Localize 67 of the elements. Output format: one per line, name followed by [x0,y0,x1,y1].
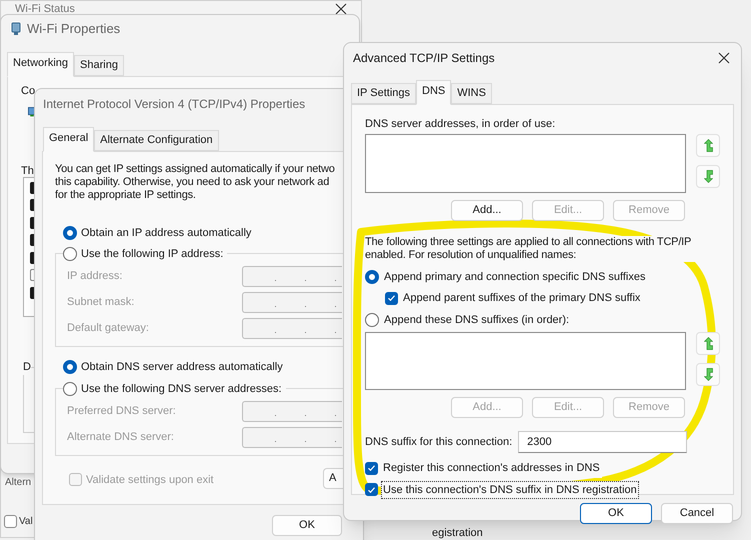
dns-suffix-list[interactable] [365,332,686,390]
button[interactable]: A [323,468,343,488]
radio-button[interactable] [365,312,379,327]
down-arrow-icon [704,170,712,182]
up-arrow-icon [704,337,712,350]
tab[interactable]: Networking [7,52,74,76]
label-text: Altern [5,476,32,490]
window-title: Wi-Fi Status [15,4,75,14]
list-label: DNS server addresses, in order of use: [365,116,556,130]
checkbox-label: Use this connection's DNS suffix in DNS registration [381,480,639,499]
button[interactable]: Add... [451,200,523,220]
tab[interactable]: DNS [416,80,452,104]
checkmark-icon [368,465,375,472]
checkbox[interactable] [385,292,398,305]
radio-label: Use the following DNS server addresses: [81,382,282,396]
dns-suffix-field[interactable]: 2300 [518,431,688,453]
move-button[interactable] [696,363,720,386]
radio-label: Obtain DNS server address automatically [81,360,283,374]
field-label: IP address: [67,268,124,284]
radio-button[interactable] [63,382,77,396]
radio-button[interactable] [63,246,77,261]
field-label: Preferred DNS server: [67,404,177,419]
radio-label: Append these DNS suffixes (in order): [384,312,570,328]
label-text: Th [21,164,34,178]
move-button[interactable] [696,332,720,355]
label-text: Co [21,84,36,98]
checkbox[interactable] [4,515,17,528]
tab[interactable]: WINS [451,83,492,104]
checkbox[interactable] [365,483,378,496]
checkmark-icon [368,486,375,493]
description-text: You can get IP settings assigned automatically if your netwo [55,162,335,176]
button[interactable]: Cancel [661,502,733,524]
button[interactable]: OK [580,502,652,524]
field-label: DNS suffix for this connection: [365,434,512,450]
radio-button[interactable] [63,226,77,240]
network-adapter-icon [11,22,21,36]
radio-label: Use the following IP address: [81,246,224,262]
tab[interactable]: Sharing [74,55,124,76]
window-title: Wi-Fi Properties [27,20,120,38]
close-icon[interactable] [335,3,347,15]
field-label: Alternate DNS server: [67,430,175,445]
field-label: Default gateway: [67,320,150,336]
tab[interactable]: General [43,127,94,152]
radio-label: Obtain an IP address automatically [81,226,252,240]
window-title: Internet Protocol Version 4 (TCP/IPv4) Properties [43,96,306,113]
checkbox-label: Append parent suffixes of the primary DNS suffix [403,291,640,306]
checkbox[interactable] [365,462,378,475]
radio-button[interactable] [365,270,379,284]
label-text: egistration [432,526,483,540]
checkmark-icon [388,295,395,302]
tab[interactable]: Alternate Configuration [94,130,219,150]
checkbox-label: Val [19,515,33,529]
close-icon[interactable] [718,52,730,64]
description-text: this capability. Otherwise, you need to ask your network ad [55,176,330,188]
description-text: for the appropriate IP settings. [55,188,197,202]
move-button[interactable] [696,164,720,188]
down-arrow-icon [704,368,712,381]
radio-button[interactable] [63,360,77,374]
move-button[interactable] [696,134,720,156]
field-label: Subnet mask: [67,294,136,310]
button[interactable]: OK [272,514,342,536]
up-arrow-icon [704,138,712,152]
radio-label: Append primary and connection specific DNS suffixes [384,270,646,284]
tab[interactable]: IP Settings [351,83,416,104]
window-title: Advanced TCP/IP Settings [353,50,495,67]
checkbox-label: Validate settings upon exit [86,472,214,488]
dns-server-list[interactable] [365,134,686,192]
